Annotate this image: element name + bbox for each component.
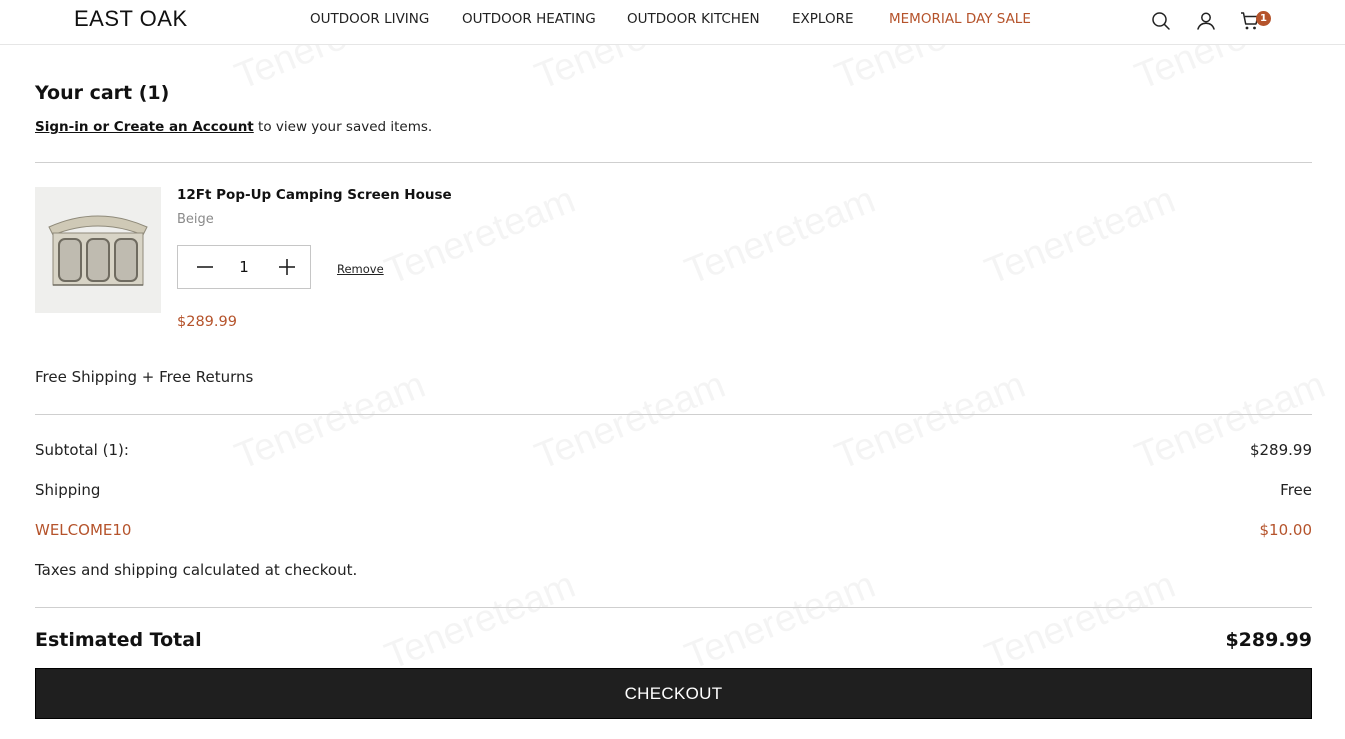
watermark-text: Tenereteam [379, 564, 581, 679]
brand-logo[interactable]: EAST OAK [74, 6, 188, 32]
coupon-discount-value: $10.00 [1259, 521, 1313, 539]
product-variant: Beige [177, 212, 214, 227]
watermark-text: Tenereteam [679, 179, 881, 294]
decrease-quantity-button[interactable] [178, 246, 222, 288]
product-thumbnail[interactable] [35, 187, 161, 313]
signin-prompt: Sign-in or Create an Account to view you… [35, 119, 432, 135]
shipping-label: Shipping [35, 481, 101, 499]
watermark-text: Tenereteam [679, 564, 881, 679]
nav-memorial-day-sale[interactable]: MEMORIAL DAY SALE [889, 11, 1031, 27]
nav-explore[interactable]: EXPLORE [792, 11, 854, 27]
cart-title: Your cart (1) [35, 82, 170, 104]
subtotal-label: Subtotal (1): [35, 441, 129, 459]
watermark-text: Tenereteam [229, 364, 431, 479]
site-header: EAST OAK OUTDOOR LIVING OUTDOOR HEATING … [0, 0, 1345, 45]
signin-suffix: to view your saved items. [253, 119, 433, 135]
quantity-value[interactable]: 1 [222, 246, 266, 288]
divider [35, 414, 1312, 415]
watermark-text: Tenereteam [979, 179, 1181, 294]
shipping-value: Free [1280, 481, 1312, 499]
coupon-code-label: WELCOME10 [35, 521, 132, 539]
remove-item-link[interactable]: Remove [337, 262, 384, 276]
watermark-text: Tenereteam [1129, 364, 1331, 479]
watermark-text: Tenereteam [529, 364, 731, 479]
signin-link[interactable]: Sign-in or Create an Account [35, 119, 254, 135]
tax-note: Taxes and shipping calculated at checkou… [35, 561, 358, 579]
user-icon[interactable] [1194, 9, 1218, 33]
watermark-text: Tenereteam [979, 564, 1181, 679]
checkout-button[interactable]: CHECKOUT [35, 668, 1312, 719]
product-price: $289.99 [177, 314, 237, 330]
divider [35, 162, 1312, 163]
subtotal-value: $289.99 [1249, 441, 1312, 459]
product-name[interactable]: 12Ft Pop-Up Camping Screen House [177, 187, 452, 203]
nav-outdoor-living[interactable]: OUTDOOR LIVING [310, 11, 429, 27]
divider [35, 607, 1312, 608]
nav-outdoor-kitchen[interactable]: OUTDOOR KITCHEN [627, 11, 760, 27]
search-icon[interactable] [1149, 9, 1173, 33]
estimated-total-value: $289.99 [1225, 629, 1312, 651]
estimated-total-label: Estimated Total [35, 629, 202, 651]
quantity-stepper: 1 [177, 245, 311, 289]
nav-outdoor-heating[interactable]: OUTDOOR HEATING [462, 11, 596, 27]
cart-count-badge: 1 [1256, 11, 1271, 26]
increase-quantity-button[interactable] [266, 246, 310, 288]
free-shipping-note: Free Shipping + Free Returns [35, 368, 254, 386]
watermark-text: Tenereteam [829, 364, 1031, 479]
